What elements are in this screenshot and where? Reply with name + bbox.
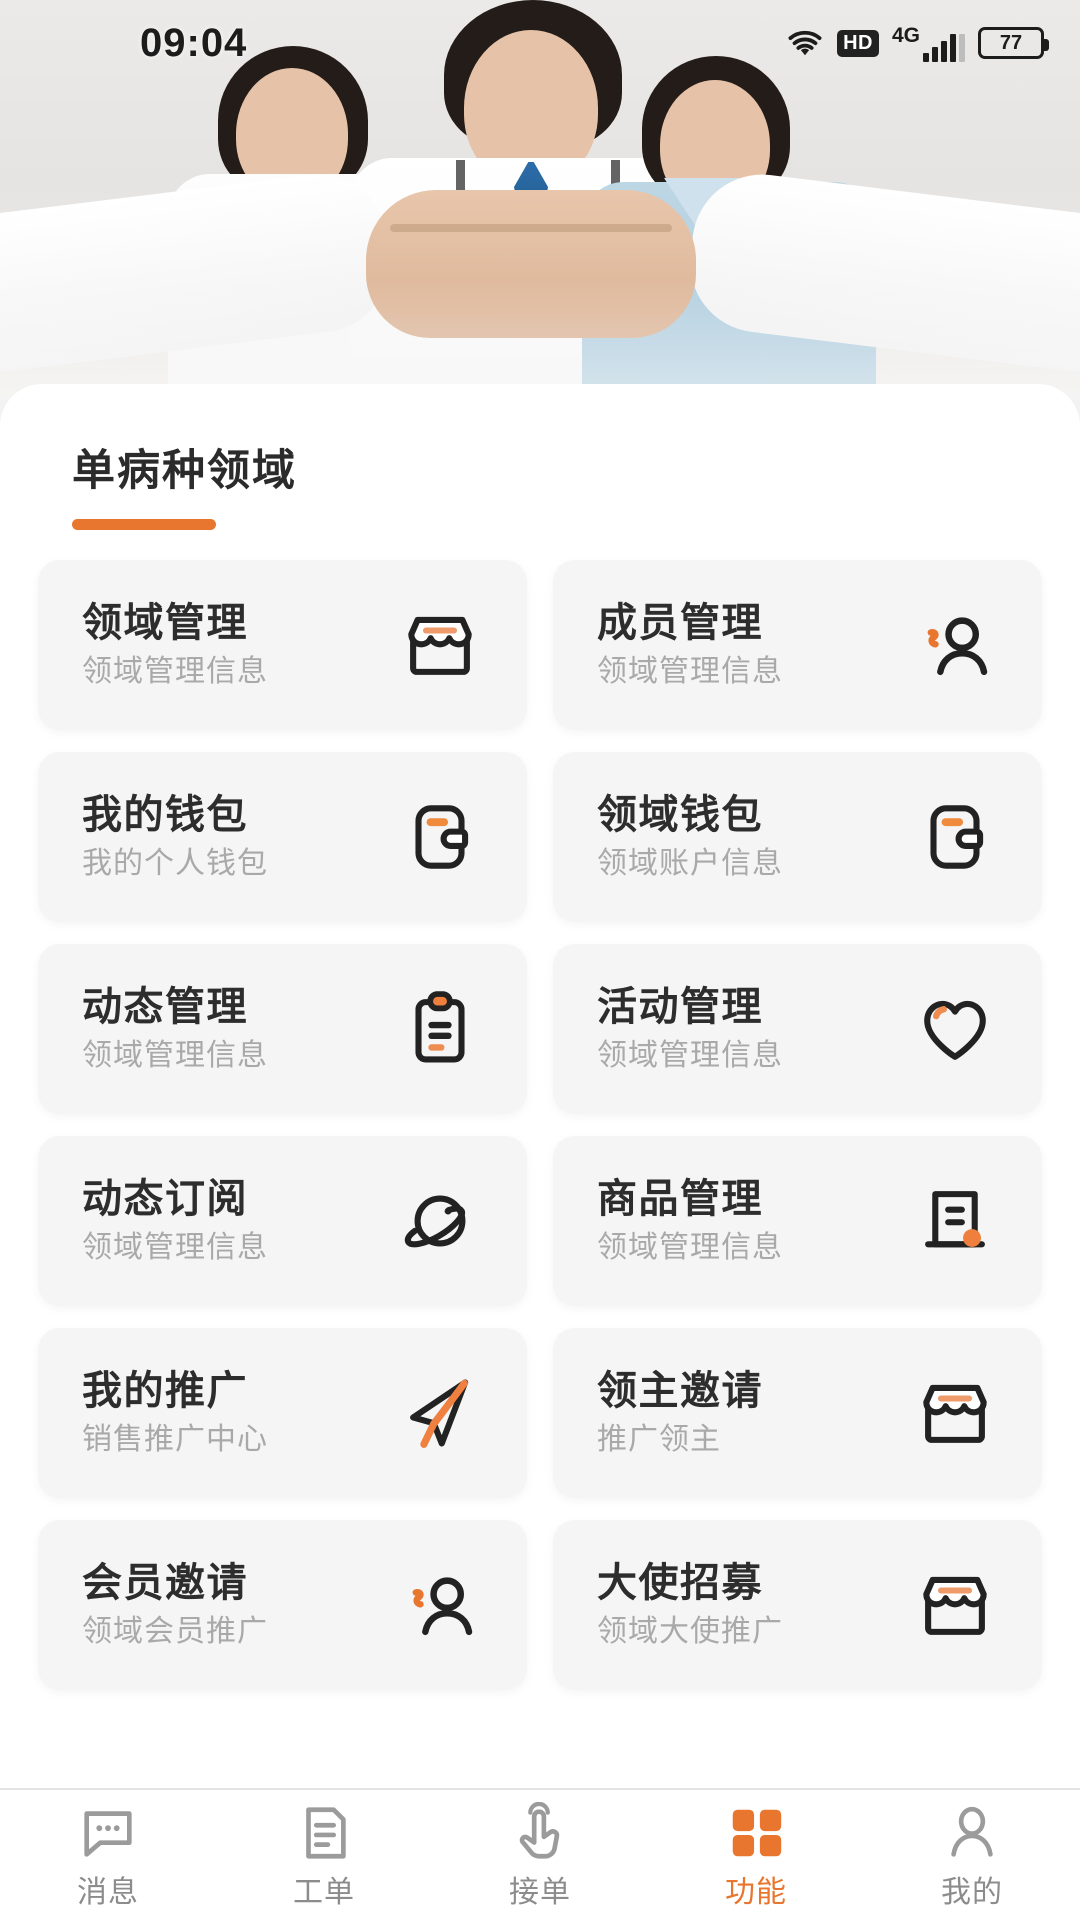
card-subtitle: 领域管理信息	[597, 1231, 783, 1264]
card-subtitle: 领域账户信息	[597, 847, 783, 880]
card-text: 领域钱包 领域账户信息	[597, 795, 783, 879]
card-title: 我的推广	[82, 1369, 248, 1413]
document-icon	[912, 1178, 998, 1264]
shop-icon	[912, 1370, 998, 1456]
card-domain-wallet[interactable]: 领域钱包 领域账户信息	[553, 752, 1042, 922]
wifi-icon	[786, 28, 824, 58]
card-title: 会员邀请	[82, 1561, 248, 1605]
card-text: 活动管理 领域管理信息	[597, 987, 783, 1071]
section-header: 单病种领域	[0, 384, 1080, 530]
card-lord-invite[interactable]: 领主邀请 推广领主	[553, 1328, 1042, 1498]
tab-label: 消息	[77, 1876, 139, 1909]
card-title: 动态管理	[82, 985, 248, 1029]
card-title: 领主邀请	[597, 1369, 763, 1413]
tab-label: 我的	[941, 1876, 1003, 1909]
card-text: 领主邀请 推广领主	[597, 1371, 763, 1455]
card-title: 我的钱包	[82, 793, 248, 837]
clipboard-icon	[397, 986, 483, 1072]
card-text: 大使招募 领域大使推广	[597, 1563, 783, 1647]
title-underline	[72, 519, 216, 530]
card-ambassador-recruit[interactable]: 大使招募 领域大使推广	[553, 1520, 1042, 1690]
hero-fade-overlay	[0, 280, 1080, 400]
status-time: 09:04	[140, 20, 248, 65]
content-sheet: 单病种领域 领域管理 领域管理信息 成员管理 领域管理信息 我的钱包 我的个人钱…	[0, 384, 1080, 1788]
card-subtitle: 领域会员推广	[82, 1615, 268, 1648]
card-title: 领域管理	[82, 601, 248, 645]
network-type-label: 4G	[891, 23, 920, 47]
wallet-icon	[397, 794, 483, 880]
send-icon	[397, 1370, 483, 1456]
card-text: 成员管理 领域管理信息	[597, 603, 783, 687]
tap-hand-icon	[509, 1802, 571, 1864]
function-grid: 领域管理 领域管理信息 成员管理 领域管理信息 我的钱包 我的个人钱包 领域钱包…	[0, 560, 1080, 1690]
card-subtitle: 领域管理信息	[82, 1039, 268, 1072]
shop-icon	[397, 602, 483, 688]
card-my-promotion[interactable]: 我的推广 销售推广中心	[38, 1328, 527, 1498]
card-text: 我的钱包 我的个人钱包	[82, 795, 268, 879]
tab-messages[interactable]: 消息	[0, 1802, 216, 1908]
card-member-management[interactable]: 成员管理 领域管理信息	[553, 560, 1042, 730]
card-subtitle: 领域管理信息	[82, 655, 268, 688]
person-icon	[941, 1802, 1003, 1864]
tab-mine[interactable]: 我的	[864, 1802, 1080, 1908]
battery-icon: 77	[978, 27, 1049, 59]
card-text: 商品管理 领域管理信息	[597, 1179, 783, 1263]
status-icons: HD 4G 77	[786, 25, 1049, 62]
card-activity-management[interactable]: 活动管理 领域管理信息	[553, 944, 1042, 1114]
shop-icon	[912, 1562, 998, 1648]
status-bar: 09:04 HD 4G 77	[0, 0, 1080, 86]
card-my-wallet[interactable]: 我的钱包 我的个人钱包	[38, 752, 527, 922]
card-title: 成员管理	[597, 601, 763, 645]
card-product-management[interactable]: 商品管理 领域管理信息	[553, 1136, 1042, 1306]
tab-functions[interactable]: 功能	[648, 1802, 864, 1908]
order-icon	[293, 1802, 355, 1864]
card-title: 领域钱包	[597, 793, 763, 837]
card-text: 动态管理 领域管理信息	[82, 987, 268, 1071]
card-text: 动态订阅 领域管理信息	[82, 1179, 268, 1263]
heart-icon	[912, 986, 998, 1072]
card-text: 会员邀请 领域会员推广	[82, 1563, 268, 1647]
battery-level-label: 77	[999, 31, 1023, 54]
card-subtitle: 领域管理信息	[597, 1039, 783, 1072]
card-feed-management[interactable]: 动态管理 领域管理信息	[38, 944, 527, 1114]
planet-icon	[397, 1178, 483, 1264]
card-title: 大使招募	[597, 1561, 763, 1605]
page-title: 单病种领域	[72, 447, 297, 495]
card-subtitle: 领域管理信息	[82, 1231, 268, 1264]
bottom-tab-bar: 消息 工单 接单 功能 我的	[0, 1788, 1080, 1920]
grid-icon	[725, 1802, 787, 1864]
tab-label: 功能	[725, 1876, 787, 1909]
signal-strength-bars	[923, 32, 965, 62]
card-text: 领域管理 领域管理信息	[82, 603, 268, 687]
tab-label: 工单	[293, 1876, 355, 1909]
hd-badge: HD	[837, 29, 879, 57]
app-screen: 09:04 HD 4G 77 单病种领域 领域管理 领域管理信息 成员管理 领域…	[0, 0, 1080, 1920]
chat-icon	[77, 1802, 139, 1864]
card-subtitle: 领域大使推广	[597, 1615, 783, 1648]
user-add-icon	[912, 602, 998, 688]
card-subtitle: 领域管理信息	[597, 655, 783, 688]
card-domain-management[interactable]: 领域管理 领域管理信息	[38, 560, 527, 730]
tab-takeorder[interactable]: 接单	[432, 1802, 648, 1908]
signal-bars-icon: 4G	[892, 25, 965, 62]
card-member-invite[interactable]: 会员邀请 领域会员推广	[38, 1520, 527, 1690]
card-subtitle: 推广领主	[597, 1423, 721, 1456]
card-subtitle: 我的个人钱包	[82, 847, 268, 880]
card-text: 我的推广 销售推广中心	[82, 1371, 268, 1455]
card-title: 商品管理	[597, 1177, 763, 1221]
card-feed-subscription[interactable]: 动态订阅 领域管理信息	[38, 1136, 527, 1306]
card-title: 活动管理	[597, 985, 763, 1029]
tab-workorder[interactable]: 工单	[216, 1802, 432, 1908]
wallet-icon	[912, 794, 998, 880]
card-title: 动态订阅	[82, 1177, 248, 1221]
user-add-icon	[397, 1562, 483, 1648]
tab-label: 接单	[509, 1876, 571, 1909]
card-subtitle: 销售推广中心	[82, 1423, 268, 1456]
